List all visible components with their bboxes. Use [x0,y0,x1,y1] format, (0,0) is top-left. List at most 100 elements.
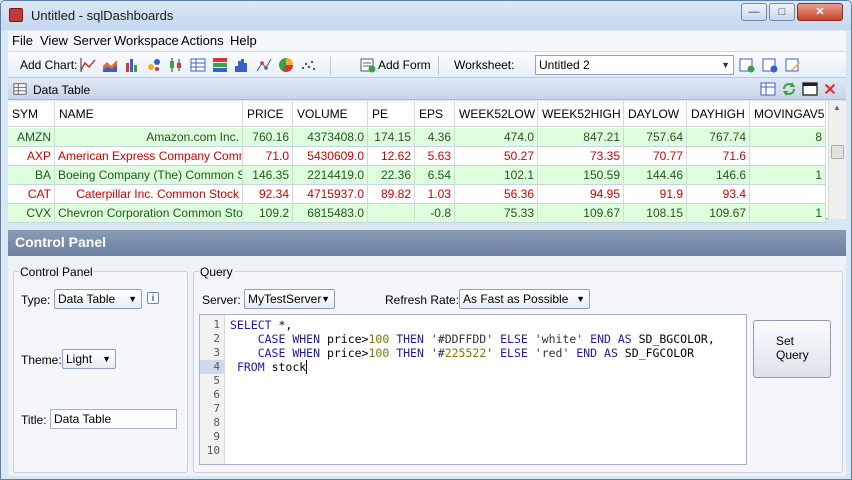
chevron-down-icon: ▼ [721,60,730,70]
code-line-4: FROM stock [236,360,308,374]
column-header-daylow[interactable]: DAYLOW [624,101,687,127]
close-panel-icon[interactable] [823,82,837,96]
worksheet-label: Worksheet: [454,58,515,72]
column-header-movingav50d[interactable]: MOVINGAV50D [750,101,826,127]
toolbar-separator [438,56,439,75]
menu-help[interactable]: Help [230,33,257,48]
table-cell: Caterpillar Inc. Common Stock [55,185,243,204]
vertical-scrollbar[interactable]: ▲ [828,101,846,219]
grid-header-row: SYM NAME PRICE VOLUME PE EPS WEEK52LOW W… [8,101,826,127]
table-cell: 108.15 [624,204,687,223]
server-label: Server: [202,293,241,307]
area-chart-icon[interactable] [102,57,118,73]
table-cell: 6.54 [415,166,455,185]
maximize-panel-icon[interactable] [802,81,818,97]
bubble-chart-icon[interactable] [146,57,162,73]
sql-query-editor[interactable]: 1 2 3 4 5 6 7 8 9 10 SELECT *, CASE WHEN… [199,314,747,465]
table-cell: 1 [750,166,826,185]
grid-view-icon[interactable] [760,81,776,97]
title-bar: Untitled - sqlDashboards — □ ✕ [1,1,851,30]
column-header-sym[interactable]: SYM [8,101,55,127]
control-panel-group-label: Control Panel [19,265,94,279]
window-title: Untitled - sqlDashboards [31,8,174,23]
line-number: 10 [206,444,220,457]
refresh-icon[interactable] [781,81,797,97]
line-chart-icon[interactable] [80,57,96,73]
table-cell: 4715937.0 [293,185,368,204]
table-cell: BA [8,166,55,185]
table-cell: 5.63 [415,147,455,166]
pie-chart-icon[interactable] [278,57,294,73]
scrollbar-thumb[interactable] [831,145,844,159]
info-icon[interactable]: i [147,292,159,304]
candlestick-chart-icon[interactable] [168,57,184,73]
add-worksheet-icon[interactable] [739,57,755,73]
title-input[interactable]: Data Table [50,409,177,429]
dot-plot-icon[interactable] [300,57,316,73]
column-header-pe[interactable]: PE [368,101,415,127]
column-header-price[interactable]: PRICE [243,101,293,127]
table-cell [368,204,415,223]
table-cell: 109.2 [243,204,293,223]
table-cell: 767.74 [687,128,750,147]
column-header-dayhigh[interactable]: DAYHIGH [687,101,750,127]
type-select[interactable]: Data Table ▼ [54,289,142,309]
table-cell: CAT [8,185,55,204]
type-select-value: Data Table [58,292,116,306]
server-select[interactable]: MyTestServer ▼ [244,289,335,309]
table-cell: 102.1 [455,166,538,185]
menu-actions[interactable]: Actions [181,33,224,48]
rename-worksheet-icon[interactable] [762,57,778,73]
scatter-line-icon[interactable] [256,57,272,73]
table-cell: 1 [750,204,826,223]
set-query-button[interactable]: Set Query [753,320,831,378]
menu-server[interactable]: Server [73,33,111,48]
add-form-button[interactable]: Add Form [378,58,431,72]
column-header-eps[interactable]: EPS [415,101,455,127]
worksheet-select[interactable]: Untitled 2 ▼ [535,55,734,75]
worksheet-select-value: Untitled 2 [539,58,590,72]
scroll-up-icon[interactable]: ▲ [833,103,841,112]
table-cell: Chevron Corporation Common Stoc [55,204,243,223]
table-cell: 146.6 [687,166,750,185]
control-panel-title: Control Panel [8,230,846,256]
maximize-button[interactable]: □ [769,3,795,21]
edit-worksheet-icon[interactable] [785,57,801,73]
chevron-down-icon: ▼ [128,294,137,304]
theme-select[interactable]: Light ▼ [62,349,116,369]
column-header-name[interactable]: NAME [55,101,243,127]
column-header-week52high[interactable]: WEEK52HIGH [538,101,624,127]
refresh-rate-select[interactable]: As Fast as Possible ▼ [459,289,590,309]
table-icon [13,83,27,95]
table-cell: 89.82 [368,185,415,204]
heatmap-icon[interactable] [212,57,228,73]
query-group-label: Query [199,265,234,279]
table-icon[interactable] [190,57,206,73]
menu-view[interactable]: View [40,33,68,48]
close-button[interactable]: ✕ [797,3,843,21]
title-label: Title: [21,413,47,427]
data-table-title: Data Table [33,83,91,97]
table-cell: 146.35 [243,166,293,185]
menu-file[interactable]: File [12,33,33,48]
line-number: 8 [213,416,220,429]
column-header-week52low[interactable]: WEEK52LOW [455,101,538,127]
line-number: 6 [213,388,220,401]
table-cell: 5430609.0 [293,147,368,166]
add-form-icon[interactable] [360,57,376,73]
table-row[interactable]: CAT Caterpillar Inc. Common Stock 92.34 471… [8,185,826,204]
histogram-icon[interactable] [234,57,250,73]
table-cell: 50.27 [455,147,538,166]
menu-workspace[interactable]: Workspace [114,33,179,48]
column-header-volume[interactable]: VOLUME [293,101,368,127]
table-row[interactable]: AXP American Express Company Common 71.0 54… [8,147,826,166]
app-logo-icon [9,8,23,22]
minimize-button[interactable]: — [741,3,767,21]
code-line-3: CASE WHEN price>100 THEN '#225522' ELSE … [257,346,695,360]
toolbar-separator [330,56,331,75]
table-row[interactable]: CVX Chevron Corporation Common Stoc 109.2 6… [8,204,826,223]
table-row[interactable]: AMZN Amazon.com Inc. 760.16 4373408.0 174.15… [8,128,826,147]
bar-chart-icon[interactable] [124,57,140,73]
table-row[interactable]: BA Boeing Company (The) Common Sto 146.35 2… [8,166,826,185]
table-cell: 93.4 [687,185,750,204]
